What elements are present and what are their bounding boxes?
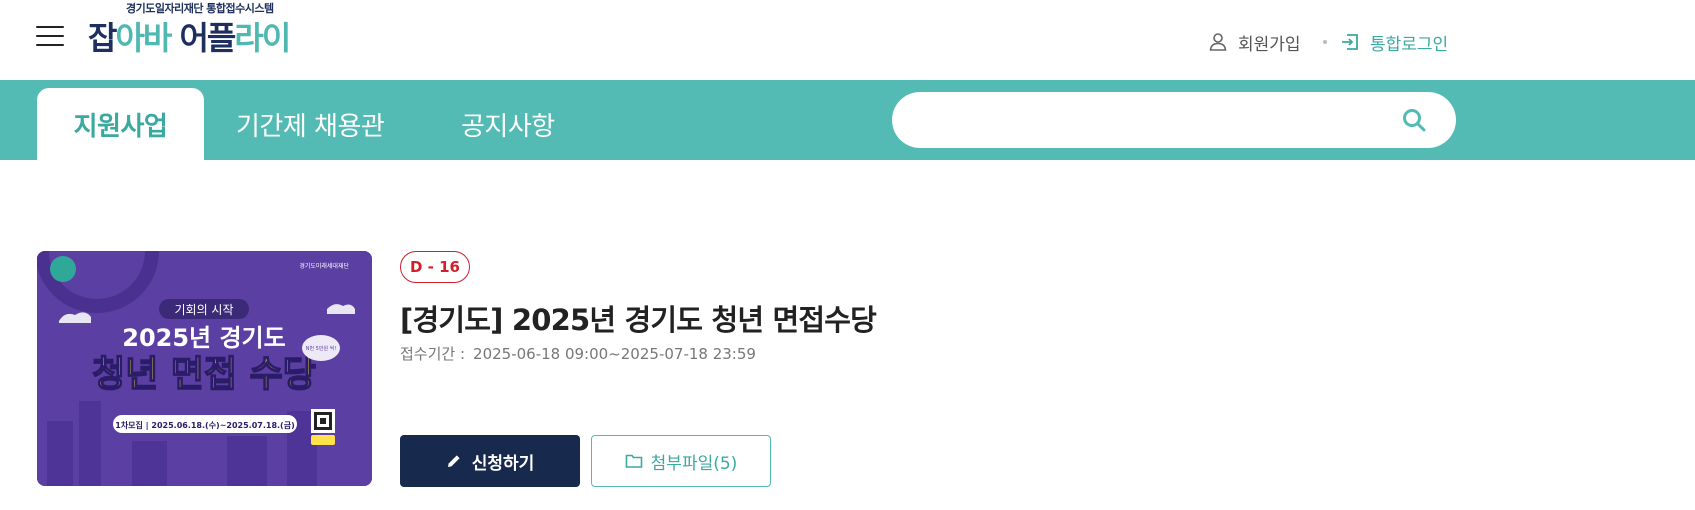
logo-wordmark: 잡아바 어플라이 — [88, 16, 291, 60]
logo-part-2: 아바 — [115, 19, 180, 57]
login-arrow-icon — [1342, 34, 1358, 50]
menu-line — [36, 44, 64, 46]
divider-dot — [1323, 40, 1327, 44]
logo-part-1: 잡 — [88, 19, 117, 57]
menu-line — [36, 35, 64, 37]
attachments-button[interactable]: 첨부파일(5) — [591, 435, 771, 487]
search-input[interactable] — [918, 100, 1378, 140]
tab-support-programs[interactable]: 지원사업 — [37, 88, 204, 160]
period-label: 접수기간 : — [400, 345, 466, 363]
join-label: 회원가입 — [1238, 34, 1301, 55]
program-title[interactable]: [경기도] 2025년 경기도 청년 면접수당 — [400, 297, 877, 339]
search-box — [892, 92, 1456, 148]
period-value: 2025-06-18 09:00~2025-07-18 23:59 — [473, 345, 756, 363]
thumbnail-bubble: N번 5만원 씩! — [306, 345, 337, 352]
site-logo[interactable]: 경기도일자리재단 통합접수시스템 잡아바 어플라이 — [88, 0, 348, 66]
apply-label: 신청하기 — [471, 453, 535, 474]
thumbnail-period: 1차모집 | 2025.06.18.(수)~2025.07.18.(금) — [115, 420, 294, 430]
application-period: 접수기간 : 2025-06-18 09:00~2025-07-18 23:59 — [400, 343, 756, 364]
logo-subtitle: 경기도일자리재단 통합접수시스템 — [126, 2, 274, 15]
attachments-label: 첨부파일(5) — [650, 453, 738, 474]
dday-badge: D - 16 — [400, 251, 470, 283]
pencil-icon — [447, 455, 460, 467]
apply-button[interactable]: 신청하기 — [400, 435, 580, 487]
thumbnail-poster: 경기도미래세대재단 기회의 시작 2025년 경기도 청년 면접 수당 N번 5… — [37, 251, 372, 486]
join-link[interactable]: 회원가입 — [1208, 30, 1301, 55]
hamburger-menu-icon[interactable] — [36, 24, 64, 46]
program-thumbnail[interactable]: 경기도미래세대재단 기회의 시작 2025년 경기도 청년 면접 수당 N번 5… — [37, 251, 372, 486]
thumbnail-headline-2: 청년 면접 수당 — [92, 354, 316, 395]
tab-notices[interactable]: 공지사항 — [461, 88, 555, 160]
search-icon[interactable] — [1400, 106, 1428, 134]
folder-icon — [625, 454, 642, 468]
tab-temporary-jobs[interactable]: 기간제 채용관 — [236, 88, 385, 160]
thumbnail-kicker: 기회의 시작 — [174, 303, 233, 317]
login-link[interactable]: 통합로그인 — [1340, 30, 1449, 55]
person-icon — [1209, 33, 1227, 51]
logo-part-4: 라이 — [234, 19, 291, 57]
thumbnail-headline-1: 2025년 경기도 — [122, 324, 285, 352]
thumbnail-org: 경기도미래세대재단 — [299, 262, 349, 270]
logo-part-3: 어플 — [179, 19, 236, 57]
page: 경기도일자리재단 통합접수시스템 잡아바 어플라이 회원가입 통합로그인 지원사… — [0, 0, 1695, 510]
main-nav: 지원사업 기간제 채용관 공지사항 — [0, 80, 1695, 160]
login-label: 통합로그인 — [1370, 34, 1449, 55]
menu-line — [36, 26, 64, 28]
